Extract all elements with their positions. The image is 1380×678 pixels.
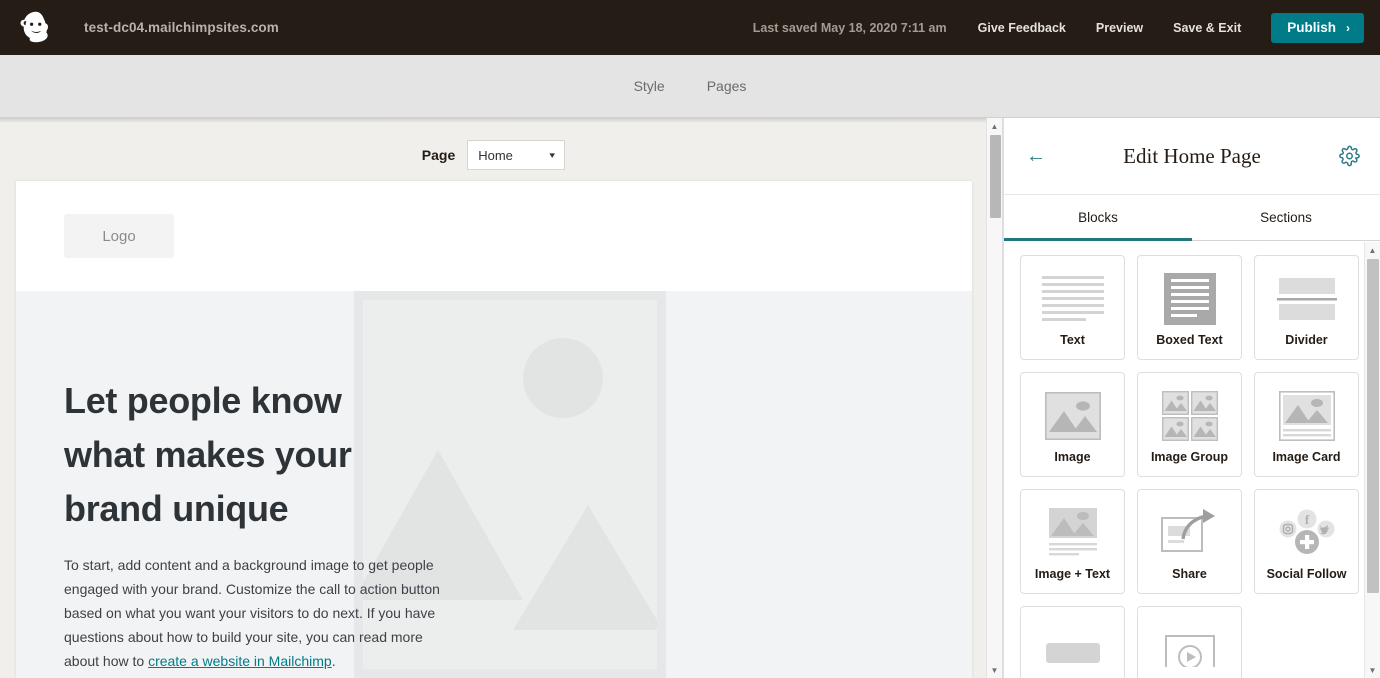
block-tile-label: Divider [1285,333,1328,347]
hero-body-text: To start, add content and a background i… [64,553,456,673]
site-page-preview[interactable]: Logo Let people know what makes your bra… [16,181,972,678]
panel-scrollbar[interactable]: ▲ ▼ [1364,242,1380,678]
panel-scroll-down-arrow-icon[interactable]: ▼ [1365,662,1380,678]
block-tile-share[interactable]: Share [1137,489,1242,594]
gear-icon[interactable] [1339,145,1360,167]
image-icon [1037,387,1109,444]
panel-tabs: Blocks Sections [1004,195,1380,241]
hero-text-block[interactable]: Let people know what makes your brand un… [64,291,924,673]
svg-text:f: f [1304,512,1309,527]
hero-title: Let people know what makes your brand un… [64,380,352,529]
preview-link[interactable]: Preview [1096,21,1143,35]
social-follow-icon: f [1271,504,1343,561]
site-url-label: test-dc04.mailchimpsites.com [84,20,279,35]
site-logo-placeholder[interactable]: Logo [64,214,174,258]
mailchimp-freddie-logo-icon[interactable] [14,6,58,50]
site-preview-canvas: Page Home ▾ Logo Let people know what ma… [0,118,1003,678]
text-lines-icon [1037,270,1109,327]
page-selector-row: Page Home ▾ [0,140,987,170]
publish-button[interactable]: Publish › [1271,12,1364,43]
blocks-tile-list: Text Boxed Text Divider Image Image Grou… [1004,242,1380,678]
tab-sections[interactable]: Sections [1192,195,1380,240]
page-select-dropdown[interactable]: Home ▾ [467,140,566,170]
block-tile-label: Image + Text [1034,567,1111,581]
block-tile-image[interactable]: Image [1020,372,1125,477]
block-tile-label: Boxed Text [1156,333,1223,347]
nav-item-pages[interactable]: Pages [707,78,747,94]
boxed-text-icon [1154,270,1226,327]
divider-icon [1271,270,1343,327]
edit-page-panel: ← Edit Home Page Blocks Sections Text Bo… [1003,118,1380,678]
canvas-scrollbar-thumb[interactable] [990,135,1001,218]
block-tile-social-follow[interactable]: f Social Follow [1254,489,1359,594]
image-group-icon [1154,387,1226,444]
block-tile-boxed-text[interactable]: Boxed Text [1137,255,1242,360]
panel-title: Edit Home Page [1123,143,1261,168]
block-tile-image-plus-text[interactable]: Image + Text [1020,489,1125,594]
back-arrow-icon[interactable]: ← [1026,146,1046,166]
block-tile-label: Image Group [1150,450,1229,464]
site-header-section[interactable]: Logo [16,181,972,291]
top-bar-actions: Last saved May 18, 2020 7:11 am Give Fee… [753,0,1380,55]
hero-body-after: . [331,653,336,670]
page-label: Page [421,147,456,163]
share-icon [1154,504,1226,561]
tab-blocks[interactable]: Blocks [1004,195,1192,241]
video-icon [1154,621,1226,678]
nav-item-style[interactable]: Style [634,78,665,94]
create-website-link[interactable]: create a website in Mailchimp [148,653,332,669]
site-hero-section[interactable]: Let people know what makes your brand un… [16,291,972,678]
secondary-nav: Style Pages [0,55,1380,118]
block-tile-label: Image Card [1272,450,1341,464]
last-saved-status: Last saved May 18, 2020 7:11 am [752,20,947,35]
scroll-down-arrow-icon[interactable]: ▼ [987,662,1002,678]
block-tile-label: Share [1172,567,1207,581]
panel-scroll-up-arrow-icon[interactable]: ▲ [1365,242,1380,258]
block-tile-label: Image [1054,450,1091,464]
top-bar: test-dc04.mailchimpsites.com Last saved … [0,0,1380,55]
block-tile-image-card[interactable]: Image Card [1254,372,1359,477]
button-icon [1037,621,1109,678]
save-and-exit-link[interactable]: Save & Exit [1173,21,1241,35]
canvas-shadow [0,118,1003,123]
chevron-down-icon: ▾ [549,149,555,160]
block-tile-label: Text [1060,333,1085,347]
panel-header: ← Edit Home Page [1004,118,1380,195]
block-tile-video[interactable] [1137,606,1242,678]
image-text-icon [1037,504,1109,561]
block-tile-divider[interactable]: Divider [1254,255,1359,360]
page-select-value: Home [478,147,513,163]
chevron-right-icon: › [1346,20,1350,35]
canvas-scrollbar[interactable]: ▲ ▼ [986,118,1003,678]
block-tile-label: Social Follow [1266,567,1347,581]
give-feedback-link[interactable]: Give Feedback [978,21,1066,35]
scroll-up-arrow-icon[interactable]: ▲ [987,118,1002,134]
block-tile-button[interactable] [1020,606,1125,678]
panel-scrollbar-thumb[interactable] [1367,259,1379,593]
block-tile-image-group[interactable]: Image Group [1137,372,1242,477]
publish-button-label: Publish [1287,20,1336,35]
image-card-icon [1271,387,1343,444]
block-tile-text[interactable]: Text [1020,255,1125,360]
